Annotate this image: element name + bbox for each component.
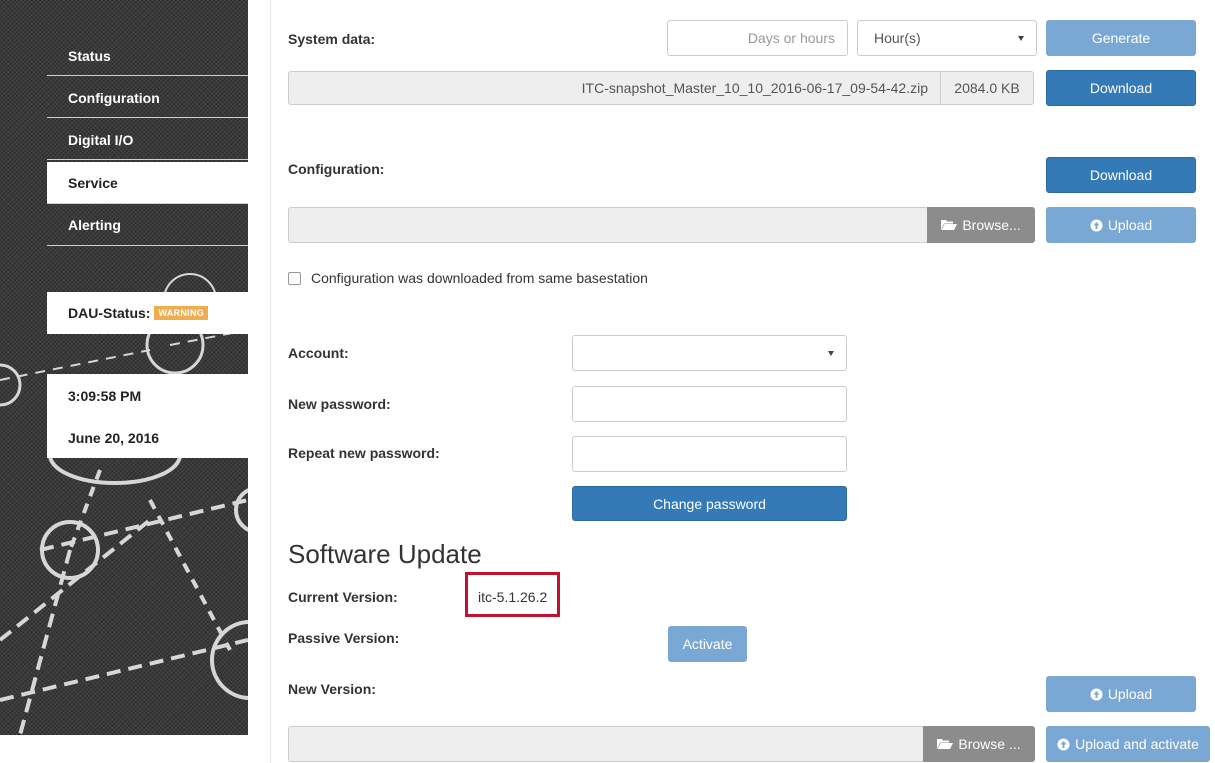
snapshot-file-field: ITC-snapshot_Master_10_10_2016-06-17_09-… — [288, 71, 1034, 105]
upload-circle-icon — [1057, 738, 1070, 750]
configuration-browse-button[interactable]: Browse... — [927, 207, 1035, 243]
clock-panel: 3:09:58 PM June 20, 2016 — [47, 374, 248, 458]
sidebar-item-label: Alerting — [68, 216, 121, 233]
snapshot-download-button[interactable]: Download — [1046, 70, 1196, 106]
activate-button[interactable]: Activate — [668, 626, 747, 662]
configuration-download-label: Download — [1089, 167, 1153, 183]
dau-status-label: DAU-Status: — [68, 305, 151, 321]
config-source-checkbox[interactable] — [288, 271, 301, 285]
new-version-label: New Version: — [288, 681, 376, 697]
software-upload-label: Upload — [1107, 686, 1153, 702]
dau-status-panel: DAU-Status: WARNING — [47, 292, 248, 334]
new-password-field[interactable] — [572, 386, 847, 422]
sidebar-item-configuration[interactable]: Configuration — [47, 78, 248, 118]
current-time: 3:09:58 PM — [68, 388, 142, 404]
software-upload-button[interactable]: Upload — [1046, 676, 1196, 712]
sidebar-item-alerting[interactable]: Alerting — [47, 204, 248, 246]
sidebar-item-status[interactable]: Status — [47, 36, 248, 76]
software-browse-button[interactable]: Browse ... — [923, 726, 1035, 762]
version-highlight-box — [465, 572, 560, 617]
time-unit-value: Hour(s) — [874, 30, 921, 46]
snapshot-size: 2084.0 KB — [940, 72, 1033, 104]
config-source-checkbox-row: Configuration was downloaded from same b… — [288, 270, 648, 286]
current-version-label: Current Version: — [288, 589, 398, 605]
sidebar-item-digital-io[interactable]: Digital I/O — [47, 120, 248, 160]
sidebar-item-label: Status — [68, 47, 111, 64]
configuration-browse-label: Browse... — [962, 217, 1021, 233]
configuration-download-button[interactable]: Download — [1046, 157, 1196, 193]
folder-open-icon — [937, 739, 954, 749]
account-select[interactable] — [572, 335, 847, 371]
account-label: Account: — [288, 345, 349, 361]
system-data-label: System data: — [288, 31, 376, 47]
content-divider — [270, 0, 271, 763]
chevron-down-icon — [828, 351, 834, 356]
repeat-password-field[interactable] — [572, 436, 847, 472]
status-badge: WARNING — [154, 306, 209, 320]
folder-open-icon — [941, 220, 958, 230]
configuration-upload-label: Upload — [1107, 217, 1153, 233]
snapshot-filename: ITC-snapshot_Master_10_10_2016-06-17_09-… — [581, 80, 928, 96]
snapshot-download-label: Download — [1089, 80, 1153, 96]
configuration-file-field[interactable] — [288, 207, 928, 243]
duration-input[interactable] — [667, 20, 848, 56]
passive-version-label: Passive Version: — [288, 630, 400, 646]
current-date: June 20, 2016 — [68, 430, 160, 446]
upload-circle-icon — [1090, 688, 1103, 700]
software-update-heading: Software Update — [288, 539, 482, 569]
sidebar-item-service[interactable]: Service — [47, 162, 248, 204]
configuration-upload-button[interactable]: Upload — [1046, 207, 1196, 243]
change-password-button[interactable]: Change password — [572, 486, 847, 521]
generate-button[interactable]: Generate — [1046, 20, 1196, 56]
change-password-label: Change password — [653, 495, 766, 512]
sidebar-item-label: Service — [68, 174, 118, 191]
sidebar-item-label: Digital I/O — [68, 131, 134, 148]
repeat-password-label: Repeat new password: — [288, 445, 440, 461]
upload-and-activate-button[interactable]: Upload and activate — [1046, 726, 1210, 762]
software-file-field[interactable] — [288, 726, 924, 762]
time-unit-select[interactable]: Hour(s) — [857, 20, 1037, 56]
upload-and-activate-label: Upload and activate — [1075, 736, 1199, 752]
software-browse-label: Browse ... — [958, 736, 1021, 752]
sidebar: Status Configuration Digital I/O Service… — [0, 0, 248, 735]
chevron-down-icon — [1018, 36, 1024, 41]
generate-button-label: Generate — [1091, 30, 1151, 46]
upload-circle-icon — [1090, 219, 1103, 231]
configuration-label: Configuration: — [288, 161, 385, 177]
activate-label: Activate — [682, 636, 733, 652]
config-source-checkbox-label: Configuration was downloaded from same b… — [311, 270, 648, 286]
sidebar-item-label: Configuration — [68, 89, 160, 106]
new-password-label: New password: — [288, 396, 391, 412]
